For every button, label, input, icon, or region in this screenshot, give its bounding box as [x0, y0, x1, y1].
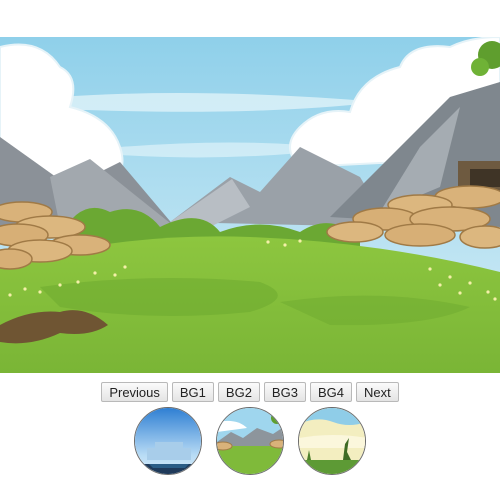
bg2-button[interactable]: BG2: [217, 382, 260, 402]
next-button[interactable]: Next: [355, 382, 399, 402]
bg1-button[interactable]: BG1: [171, 382, 214, 402]
bg3-button[interactable]: BG3: [263, 382, 306, 402]
background-scene: [0, 37, 500, 373]
background-controls: Previous BG1 BG2 BG3 BG4 Next: [0, 382, 500, 402]
bg1-thumbnail[interactable]: [134, 407, 202, 475]
bg3-thumbnail[interactable]: [298, 407, 366, 475]
thumbnail-list: [0, 407, 500, 475]
previous-button[interactable]: Previous: [101, 382, 168, 402]
bg4-button[interactable]: BG4: [309, 382, 352, 402]
bg2-thumbnail[interactable]: [216, 407, 284, 475]
